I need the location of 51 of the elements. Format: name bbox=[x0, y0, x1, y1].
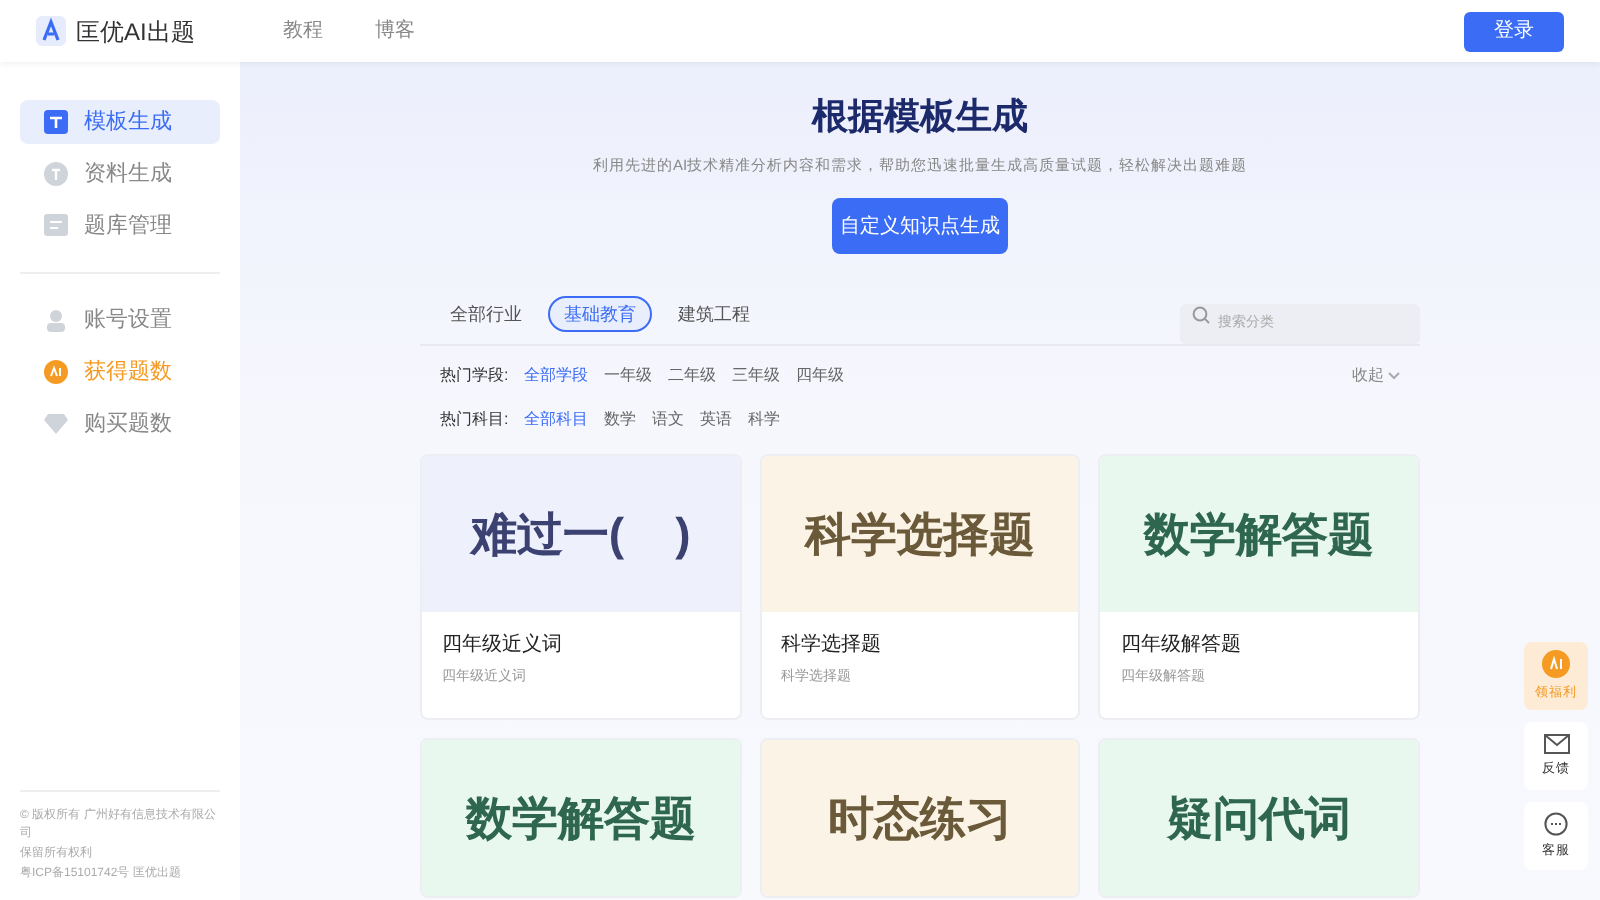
filter-option[interactable]: 四年级 bbox=[796, 364, 845, 389]
nav-link[interactable]: 教程 bbox=[282, 16, 323, 46]
custom-generate-button[interactable]: 自定义知识点生成 bbox=[832, 198, 1008, 255]
card-title: 四年级近义词 bbox=[442, 631, 564, 661]
ai-badge-icon bbox=[44, 360, 68, 384]
logo-text: 匡优AI出题 bbox=[76, 15, 195, 49]
logo-icon bbox=[36, 16, 66, 46]
filter-label: 热门学段: bbox=[440, 364, 509, 389]
cover-text: 数学解答题 bbox=[1144, 506, 1375, 564]
sidebar-item[interactable]: 资料生成 bbox=[20, 152, 220, 196]
nav-link[interactable]: 博客 bbox=[374, 16, 415, 46]
filter-option[interactable]: 数学 bbox=[604, 408, 637, 433]
sidebar-item[interactable]: 模板生成 bbox=[20, 100, 220, 144]
card-title: 科学选择题 bbox=[781, 631, 884, 661]
filter-option[interactable]: 全部学段 bbox=[524, 364, 589, 389]
filter-option[interactable]: 三年级 bbox=[732, 364, 781, 389]
sidebar-item[interactable]: 账号设置 bbox=[20, 298, 220, 342]
filter-label: 热门科目: bbox=[440, 408, 509, 433]
card-title: 四年级解答题 bbox=[1120, 632, 1243, 661]
template-icon bbox=[44, 110, 68, 134]
template-card[interactable]: 时态练习 bbox=[759, 737, 1081, 898]
user-icon bbox=[44, 308, 68, 332]
cover-text: 疑问代词 bbox=[1167, 789, 1352, 847]
filter-option[interactable]: 全部科目 bbox=[524, 408, 589, 433]
ai-badge-icon bbox=[1542, 649, 1570, 678]
cover-text: 科学选择题 bbox=[804, 506, 1035, 564]
template-card[interactable]: 数学解答题 bbox=[420, 737, 742, 898]
filter-option[interactable]: 语文 bbox=[652, 408, 685, 433]
industry-tab[interactable]: 建筑工程 bbox=[664, 296, 764, 333]
template-card[interactable]: 疑问代词 bbox=[1098, 737, 1420, 898]
circle-icon bbox=[44, 162, 68, 186]
filter-option[interactable]: 二年级 bbox=[668, 364, 717, 389]
chevron-down-icon bbox=[1388, 372, 1400, 381]
page-title: 根据模板生成 bbox=[812, 94, 1028, 140]
industry-tab[interactable]: 全部行业 bbox=[436, 296, 536, 333]
sidebar-item[interactable]: 购买题数 bbox=[20, 402, 220, 446]
diamond-icon bbox=[44, 412, 68, 436]
mail-icon bbox=[1543, 733, 1569, 754]
collapse-button[interactable]: 收起 bbox=[1352, 364, 1400, 389]
search-icon bbox=[1192, 305, 1210, 324]
chat-icon bbox=[1544, 811, 1568, 836]
sidebar-item[interactable]: 题库管理 bbox=[20, 204, 220, 248]
login-button[interactable]: 登录 bbox=[1464, 11, 1564, 51]
cover-text: 难过一( ) bbox=[470, 506, 691, 564]
filter-option[interactable]: 一年级 bbox=[604, 364, 653, 389]
industry-tab[interactable]: 基础教育 bbox=[548, 296, 652, 333]
cover-text: 数学解答题 bbox=[465, 789, 696, 847]
document-icon bbox=[44, 214, 68, 238]
filter-option[interactable]: 科学 bbox=[748, 408, 781, 433]
cover-text: 时态练习 bbox=[827, 789, 1012, 847]
filter-option[interactable]: 英语 bbox=[700, 408, 733, 433]
